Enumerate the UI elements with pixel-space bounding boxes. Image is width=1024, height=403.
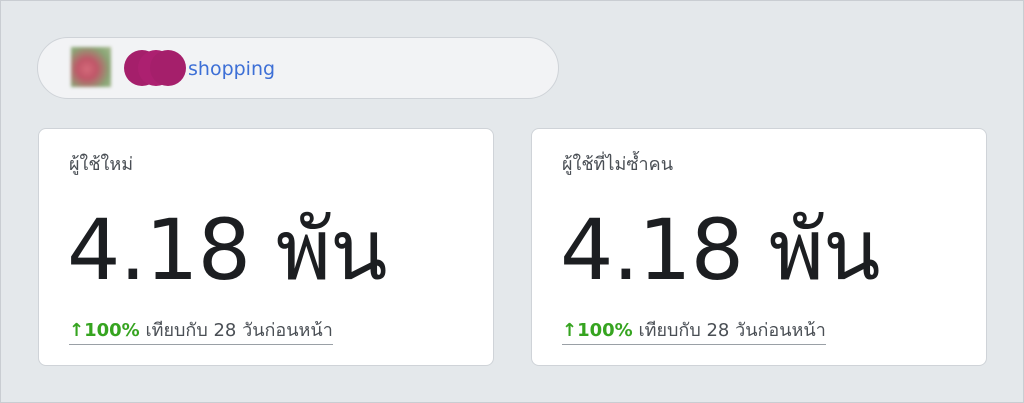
metric-title: ผู้ใช้ที่ไม่ซ้ำคน bbox=[562, 154, 674, 175]
metric-change[interactable]: ↑100% เทียบกับ 28 วันก่อนหน้า bbox=[562, 319, 826, 345]
account-name[interactable]: shopping bbox=[188, 58, 275, 80]
metric-card-unique-users: ผู้ใช้ที่ไม่ซ้ำคน 4.18 พัน ↑100% เทียบกั… bbox=[531, 128, 987, 366]
change-comparison: เทียบกับ 28 วันก่อนหน้า bbox=[638, 320, 826, 341]
change-comparison: เทียบกับ 28 วันก่อนหน้า bbox=[145, 320, 333, 341]
arrow-up-icon: ↑ bbox=[69, 320, 85, 341]
metric-card-new-users: ผู้ใช้ใหม่ 4.18 พัน ↑100% เทียบกับ 28 วั… bbox=[38, 128, 494, 366]
account-avatar bbox=[71, 47, 111, 87]
metric-change[interactable]: ↑100% เทียบกับ 28 วันก่อนหน้า bbox=[69, 319, 333, 345]
change-percent: 100% bbox=[577, 320, 633, 341]
metric-value: 4.18 พัน bbox=[560, 201, 881, 299]
change-percent: 100% bbox=[84, 320, 140, 341]
account-selector[interactable]: shopping bbox=[37, 37, 559, 99]
metric-value: 4.18 พัน bbox=[67, 201, 388, 299]
arrow-up-icon: ↑ bbox=[562, 320, 578, 341]
redacted-name bbox=[124, 50, 186, 86]
metric-title: ผู้ใช้ใหม่ bbox=[69, 154, 134, 175]
